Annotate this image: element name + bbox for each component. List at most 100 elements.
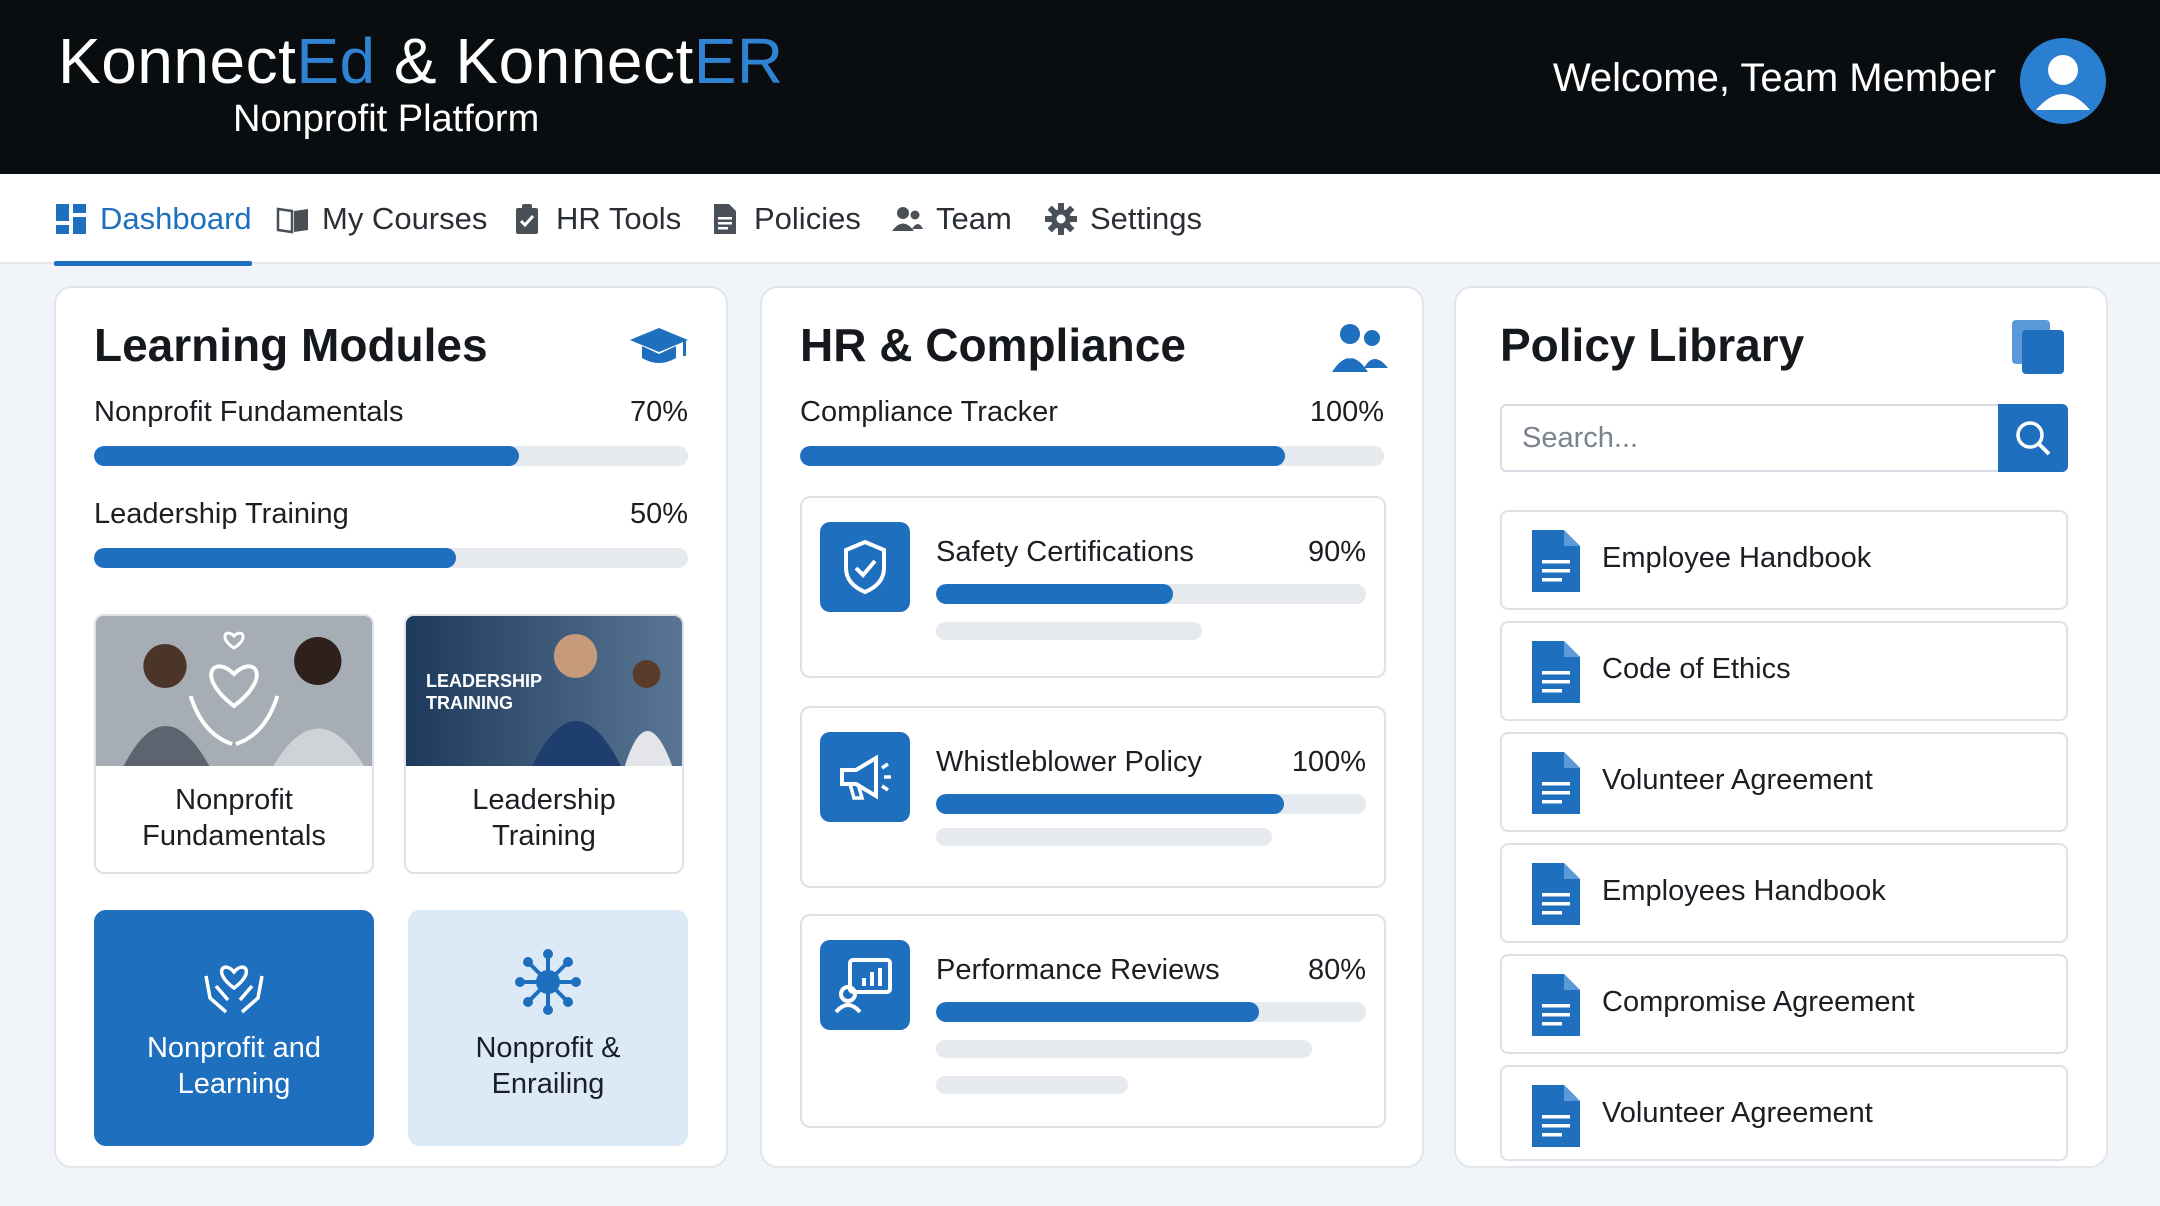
performance-icon bbox=[820, 940, 910, 1030]
progress-fill bbox=[94, 446, 519, 466]
document-icon bbox=[1532, 752, 1580, 814]
compliance-label: Performance Reviews bbox=[936, 954, 1220, 986]
documents-stack-icon bbox=[2012, 320, 2064, 374]
panel-title: Learning Modules bbox=[94, 319, 488, 371]
compliance-card-safety-certifications[interactable]: Safety Certifications 90% bbox=[800, 496, 1386, 678]
policy-doc-item[interactable]: Compromise Agreement bbox=[1500, 954, 2068, 1054]
progress-fill bbox=[936, 794, 1285, 814]
nav-tab-hr-tools[interactable]: HR Tools bbox=[510, 174, 681, 264]
tile-label: Nonprofit and Learning bbox=[146, 1032, 322, 1100]
course-image bbox=[96, 616, 372, 766]
progress-track bbox=[94, 446, 688, 466]
nav-label: Dashboard bbox=[100, 201, 252, 236]
policy-doc-item[interactable]: Volunteer Agreement bbox=[1500, 1065, 2068, 1161]
progress-fill bbox=[94, 548, 457, 568]
nav-tab-dashboard[interactable]: Dashboard bbox=[54, 174, 252, 266]
placeholder-line bbox=[936, 622, 1202, 640]
nav-tab-my-courses[interactable]: My Courses bbox=[276, 174, 487, 264]
policy-doc-item[interactable]: Employees Handbook bbox=[1500, 843, 2068, 943]
shield-check-icon bbox=[820, 522, 910, 612]
compliance-value: 90% bbox=[1307, 536, 1366, 568]
brand-title: KonnectEd & KonnectER bbox=[58, 25, 784, 97]
document-name: Compromise Agreement bbox=[1602, 986, 1915, 1018]
course-card-nonprofit-fundamentals[interactable]: Nonprofit Fundamentals bbox=[94, 614, 374, 874]
progress-fill bbox=[936, 584, 1173, 604]
search-button[interactable] bbox=[1998, 404, 2068, 472]
progress-label: Compliance Tracker bbox=[800, 396, 1058, 428]
compliance-label: Safety Certifications bbox=[936, 536, 1194, 568]
progress-value: 50% bbox=[629, 498, 688, 530]
progress-leadership-training: Leadership Training 50% bbox=[94, 498, 688, 568]
gear-icon bbox=[1045, 203, 1077, 235]
tile-nonprofit-enrailing[interactable]: Nonprofit & Enrailing bbox=[408, 910, 688, 1146]
document-icon bbox=[714, 204, 736, 234]
user-avatar-icon[interactable] bbox=[2020, 38, 2106, 124]
main-nav: Dashboard My Courses HR Tools Policies T… bbox=[0, 174, 2160, 266]
compliance-card-performance-reviews[interactable]: Performance Reviews 80% bbox=[800, 914, 1386, 1128]
policy-library-panel: Policy Library Employee Handbook Code of… bbox=[1454, 286, 2108, 1168]
people-icon bbox=[1332, 324, 1388, 372]
megaphone-icon bbox=[820, 732, 910, 822]
compliance-label: Whistleblower Policy bbox=[936, 746, 1202, 778]
compliance-value: 100% bbox=[1291, 746, 1366, 778]
progress-nonprofit-fundamentals: Nonprofit Fundamentals 70% bbox=[94, 396, 688, 466]
welcome-text: Welcome, Team Member bbox=[1552, 56, 1996, 100]
placeholder-line bbox=[936, 828, 1272, 846]
progress-track bbox=[800, 446, 1384, 466]
nav-tab-team[interactable]: Team bbox=[890, 174, 1012, 264]
nav-tab-settings[interactable]: Settings bbox=[1044, 174, 1202, 264]
progress-value: 70% bbox=[629, 396, 688, 428]
hands-heart-icon bbox=[204, 965, 264, 1014]
course-card-leadership-training[interactable]: LEADERSHIP TRAINING Leadership Training bbox=[404, 614, 684, 874]
progress-fill bbox=[936, 1002, 1259, 1022]
document-icon bbox=[1532, 641, 1580, 703]
document-icon bbox=[1532, 863, 1580, 925]
progress-label: Nonprofit Fundamentals bbox=[94, 396, 404, 428]
document-icon bbox=[1532, 530, 1580, 592]
progress-track bbox=[936, 1002, 1366, 1022]
compliance-value: 80% bbox=[1307, 954, 1366, 986]
nav-label: Settings bbox=[1090, 201, 1203, 236]
document-name: Code of Ethics bbox=[1602, 653, 1791, 685]
document-name: Employee Handbook bbox=[1602, 542, 1872, 574]
panel-title: Policy Library bbox=[1500, 319, 1805, 371]
progress-fill bbox=[800, 446, 1285, 466]
clipboard-icon bbox=[516, 204, 538, 234]
placeholder-line bbox=[936, 1076, 1128, 1094]
panel-title: HR & Compliance bbox=[800, 319, 1186, 371]
nav-tab-policies[interactable]: Policies bbox=[708, 174, 861, 264]
app-header: KonnectEd & KonnectER Nonprofit Platform… bbox=[0, 0, 2160, 174]
document-name: Employees Handbook bbox=[1602, 875, 1886, 907]
brand-subtitle: Nonprofit Platform bbox=[233, 98, 540, 140]
policy-search bbox=[1500, 404, 2068, 472]
tile-label: Nonprofit & Enrailing bbox=[475, 1032, 621, 1100]
learning-modules-panel: Learning Modules Nonprofit Fundamentals … bbox=[54, 286, 728, 1168]
nav-label: Policies bbox=[754, 201, 861, 236]
team-icon bbox=[892, 207, 923, 231]
graduation-cap-icon bbox=[630, 328, 688, 363]
progress-label: Leadership Training bbox=[94, 498, 349, 530]
progress-track bbox=[936, 584, 1366, 604]
placeholder-line bbox=[936, 1040, 1312, 1058]
tile-nonprofit-and-learning[interactable]: Nonprofit and Learning bbox=[94, 910, 374, 1146]
document-icon bbox=[1532, 1085, 1580, 1147]
nav-label: Team bbox=[936, 201, 1012, 236]
search-input[interactable] bbox=[1502, 406, 2000, 470]
course-name: Nonprofit Fundamentals bbox=[142, 784, 326, 852]
hr-compliance-panel: HR & Compliance Compliance Tracker 100% … bbox=[760, 286, 1424, 1168]
policy-doc-item[interactable]: Volunteer Agreement bbox=[1500, 732, 2068, 832]
nav-label: My Courses bbox=[322, 201, 488, 236]
progress-track bbox=[936, 794, 1366, 814]
search-icon bbox=[2016, 421, 2051, 456]
policy-doc-item[interactable]: Code of Ethics bbox=[1500, 621, 2068, 721]
dashboard-icon bbox=[56, 204, 86, 234]
compliance-card-whistleblower-policy[interactable]: Whistleblower Policy 100% bbox=[800, 706, 1386, 888]
nav-label: HR Tools bbox=[556, 201, 682, 236]
progress-value: 100% bbox=[1309, 396, 1384, 428]
document-icon bbox=[1532, 974, 1580, 1036]
network-icon bbox=[515, 949, 581, 1015]
document-name: Volunteer Agreement bbox=[1602, 764, 1873, 796]
policy-doc-item[interactable]: Employee Handbook bbox=[1500, 510, 2068, 610]
course-image-text: LEADERSHIP TRAINING bbox=[426, 671, 542, 713]
book-icon bbox=[276, 207, 308, 234]
